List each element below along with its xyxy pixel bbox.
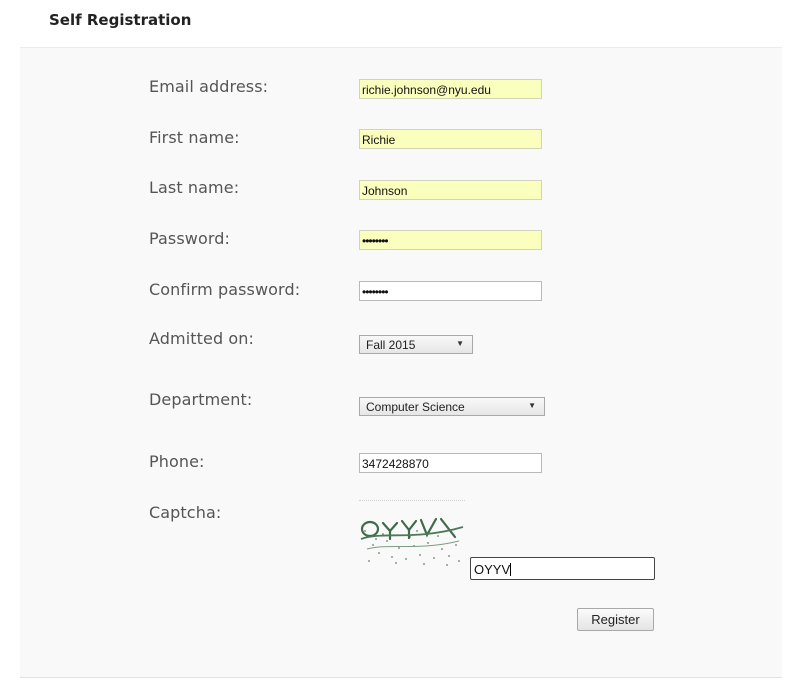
department-value: Computer Science: [366, 400, 465, 414]
captcha-input-value: OYYV: [474, 562, 511, 577]
register-button[interactable]: Register: [577, 608, 654, 631]
dropdown-arrow-icon: ▼: [528, 401, 536, 410]
first-name-field[interactable]: Richie: [359, 129, 542, 149]
confirm-password-label: Confirm password:: [149, 280, 301, 299]
text-caret: [510, 563, 512, 576]
phone-label: Phone:: [149, 452, 205, 471]
first-name-label: First name:: [149, 128, 240, 147]
admitted-on-label: Admitted on:: [149, 329, 255, 348]
admitted-on-value: Fall 2015: [366, 338, 416, 352]
password-mask: ••••••••: [362, 234, 389, 248]
phone-field[interactable]: 3472428870: [359, 453, 542, 473]
department-select[interactable]: Computer Science ▼: [359, 397, 545, 416]
dropdown-arrow-icon: ▼: [456, 339, 464, 348]
page-title: Self Registration: [49, 11, 192, 29]
confirm-password-field[interactable]: ••••••••: [359, 281, 542, 301]
email-field[interactable]: richie.johnson@nyu.edu: [359, 79, 542, 99]
captcha-label: Captcha:: [149, 503, 222, 522]
captcha-image: [359, 500, 465, 572]
password-field[interactable]: ••••••••: [359, 230, 542, 250]
email-label: Email address:: [149, 77, 269, 96]
password-label: Password:: [149, 229, 231, 248]
confirm-password-mask: ••••••••: [362, 285, 389, 299]
last-name-field[interactable]: Johnson: [359, 180, 542, 200]
admitted-on-select[interactable]: Fall 2015 ▼: [359, 335, 473, 354]
captcha-input[interactable]: OYYV: [470, 557, 655, 580]
department-label: Department:: [149, 390, 253, 409]
last-name-label: Last name:: [149, 178, 240, 197]
